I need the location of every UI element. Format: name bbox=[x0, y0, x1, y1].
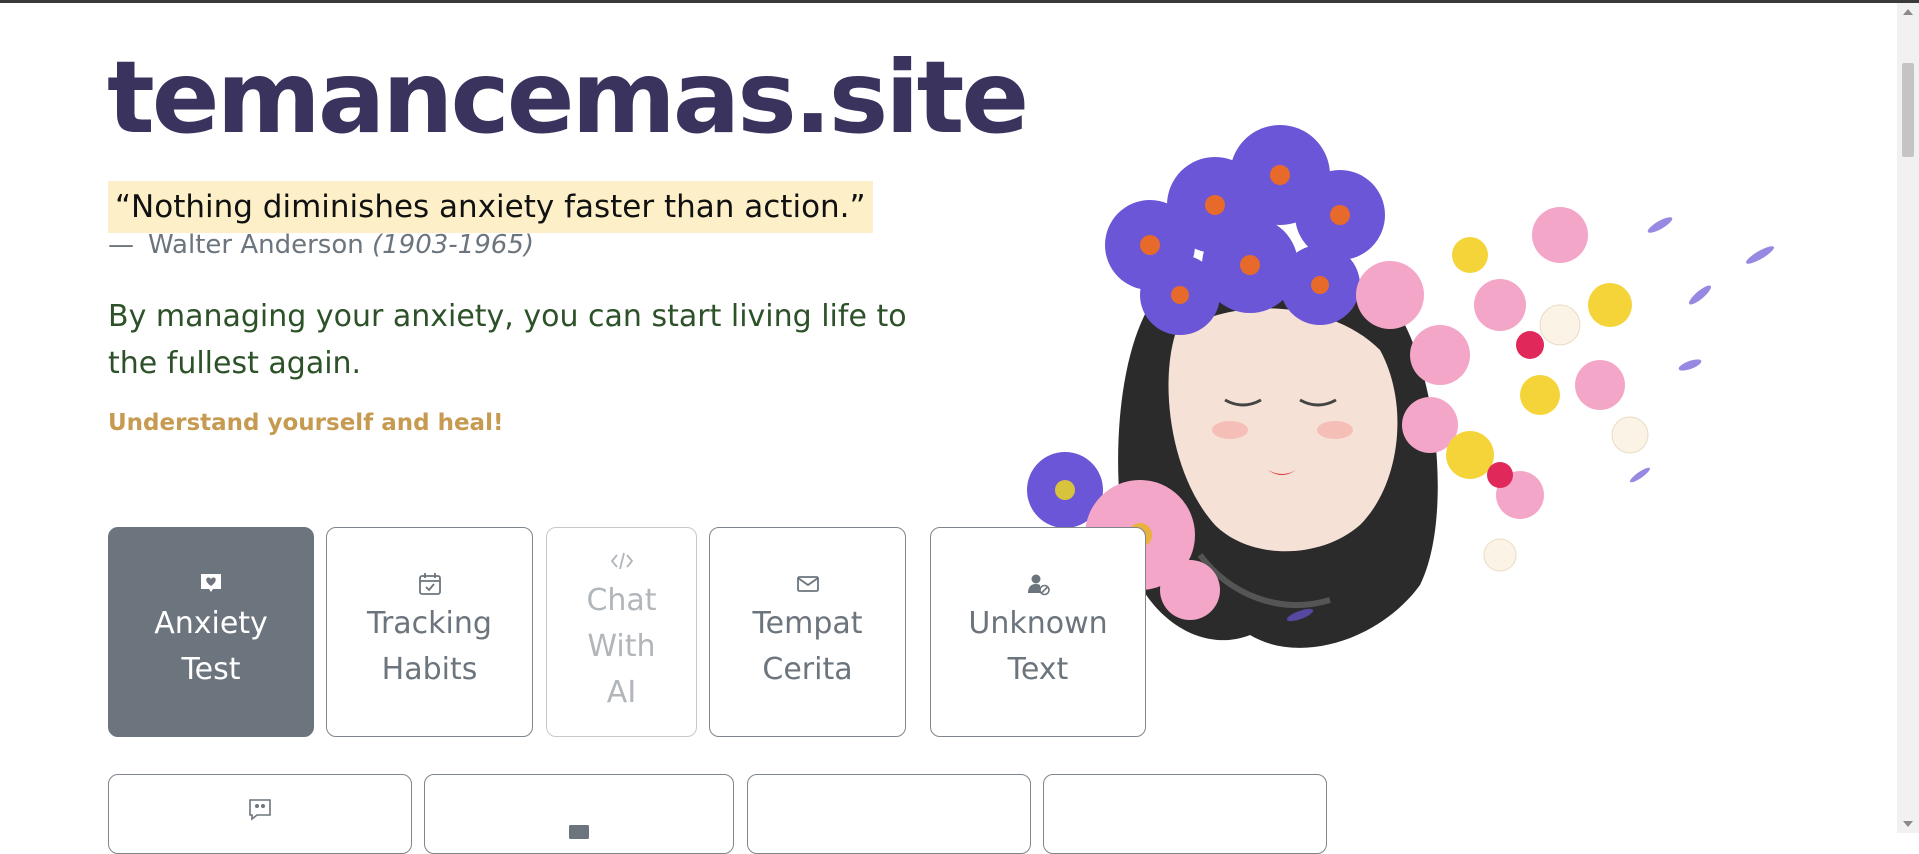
tracking-habits-label: Tracking Habits bbox=[367, 606, 492, 687]
anxiety-test-label: Anxiety Test bbox=[154, 606, 268, 687]
unknown-text-button[interactable]: Unknown Text bbox=[930, 527, 1146, 737]
quote-attribution: — Walter Anderson (1903-1965) bbox=[108, 230, 534, 260]
menu-row2-item-2[interactable] bbox=[424, 774, 734, 854]
menu-row2-item-4[interactable] bbox=[1043, 774, 1327, 854]
envelope-icon bbox=[796, 576, 819, 592]
quote-author: Walter Anderson bbox=[148, 230, 364, 260]
scrollbar-thumb[interactable] bbox=[1902, 63, 1914, 157]
tempat-cerita-button[interactable]: Tempat Cerita bbox=[709, 527, 906, 737]
quote-chat-icon bbox=[249, 799, 271, 821]
quote-years: (1903-1965) bbox=[372, 230, 535, 260]
menu-row2-item-1[interactable] bbox=[108, 774, 412, 854]
heart-chat-icon bbox=[201, 574, 221, 592]
scroll-down-icon[interactable] bbox=[1903, 821, 1913, 827]
quote-text: “Nothing diminishes anxiety faster than … bbox=[108, 181, 873, 233]
chat-with-ai-button[interactable]: Chat With AI bbox=[546, 527, 697, 737]
code-icon bbox=[610, 552, 633, 570]
chat-with-ai-label: Chat With AI bbox=[586, 583, 657, 710]
attribution-dash: — bbox=[108, 230, 134, 260]
tempat-cerita-label: Tempat Cerita bbox=[752, 606, 863, 687]
tracking-habits-button[interactable]: Tracking Habits bbox=[326, 527, 533, 737]
calendar-check-icon bbox=[418, 573, 441, 595]
site-title: temancemas.site bbox=[107, 39, 1029, 156]
scroll-up-icon[interactable] bbox=[1903, 9, 1913, 15]
cta-text: Understand yourself and heal! bbox=[108, 410, 504, 436]
envelope-icon bbox=[569, 825, 589, 839]
tagline: By managing your anxiety, you can start … bbox=[108, 299, 907, 381]
page-scrollbar[interactable] bbox=[1897, 3, 1919, 833]
menu-row2-item-3[interactable] bbox=[747, 774, 1031, 854]
unknown-text-label: Unknown Text bbox=[968, 606, 1108, 687]
person-slash-icon bbox=[1028, 574, 1050, 596]
window-top-border bbox=[0, 0, 1919, 3]
anxiety-test-button[interactable]: Anxiety Test bbox=[108, 527, 314, 737]
